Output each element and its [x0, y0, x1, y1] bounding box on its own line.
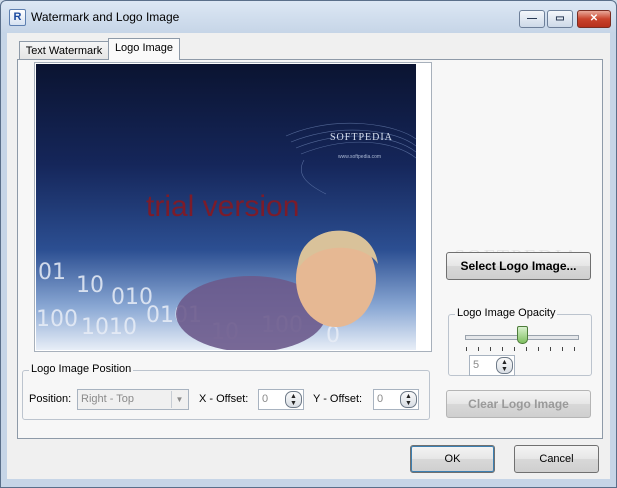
preview-brand: SOFTPEDIA — [330, 132, 393, 143]
y-offset-value: 0 — [377, 393, 384, 405]
logo-image-panel: 0110010 10010100101 101000 SOFTPEDIA www… — [17, 59, 603, 439]
logo-position-group-title: Logo Image Position — [29, 363, 134, 375]
slider-tick — [538, 347, 539, 351]
svg-text:01: 01 — [38, 260, 66, 285]
spin-down-icon[interactable]: ▼ — [286, 400, 301, 407]
logo-position-group: Logo Image Position Position: Right - To… — [22, 363, 430, 420]
window-title: Watermark and Logo Image — [31, 10, 180, 24]
x-offset-label: X - Offset: — [199, 393, 249, 405]
y-offset-spin-buttons[interactable]: ▲ ▼ — [400, 391, 417, 408]
y-offset-label: Y - Offset: — [313, 393, 363, 405]
slider-tick — [514, 347, 515, 351]
svg-text:100: 100 — [36, 307, 78, 332]
spin-up-icon[interactable]: ▲ — [401, 393, 416, 400]
svg-text:1010: 1010 — [81, 315, 137, 340]
ok-button[interactable]: OK — [410, 445, 495, 473]
x-offset-spin-buttons[interactable]: ▲ ▼ — [285, 391, 302, 408]
slider-tick — [562, 347, 563, 351]
close-button[interactable]: ✕ — [577, 10, 611, 28]
slider-tick — [550, 347, 551, 351]
app-icon: R — [9, 9, 26, 26]
logo-opacity-group: Logo Image Opacity 5 ▲ ▼ — [448, 307, 592, 376]
opacity-spinner[interactable]: 5 ▲ ▼ — [469, 355, 515, 376]
spin-up-icon[interactable]: ▲ — [286, 393, 301, 400]
dialog-client-area: Text Watermark Logo Image 01 10 0 10 100 … — [7, 33, 610, 479]
opacity-spin-buttons[interactable]: ▲ ▼ — [496, 357, 513, 374]
title-bar[interactable]: R Watermark and Logo Image — ▭ ✕ — [1, 1, 616, 33]
position-dropdown[interactable]: Right - Top ▼ — [77, 389, 189, 410]
tab-text-watermark[interactable]: Text Watermark — [19, 41, 109, 60]
slider-tick — [526, 347, 527, 351]
slider-tick — [466, 347, 467, 351]
spin-down-icon[interactable]: ▼ — [401, 400, 416, 407]
x-offset-value: 0 — [262, 393, 269, 405]
select-logo-image-button[interactable]: Select Logo Image... — [446, 252, 591, 280]
x-offset-spinner[interactable]: 0 ▲ ▼ — [258, 389, 304, 410]
cancel-button[interactable]: Cancel — [514, 445, 599, 473]
spin-up-icon[interactable]: ▲ — [497, 359, 512, 366]
spin-down-icon[interactable]: ▼ — [497, 366, 512, 373]
maximize-button[interactable]: ▭ — [547, 10, 573, 28]
slider-tick — [478, 347, 479, 351]
minimize-button[interactable]: — — [519, 10, 545, 28]
chevron-down-icon[interactable]: ▼ — [171, 391, 187, 408]
tab-logo-image[interactable]: Logo Image — [108, 38, 180, 60]
slider-tick — [502, 347, 503, 351]
y-offset-spinner[interactable]: 0 ▲ ▼ — [373, 389, 419, 410]
slider-tick — [574, 347, 575, 351]
opacity-value: 5 — [473, 359, 480, 371]
position-dropdown-value: Right - Top — [81, 393, 134, 405]
clear-logo-image-button[interactable]: Clear Logo Image — [446, 390, 591, 418]
svg-text:10: 10 — [76, 273, 104, 298]
logo-opacity-group-title: Logo Image Opacity — [455, 307, 558, 319]
dialog-window: R Watermark and Logo Image — ▭ ✕ Text Wa… — [0, 0, 617, 488]
trial-version-overlay: trial version — [146, 190, 300, 223]
image-preview: 0110010 10010100101 101000 SOFTPEDIA www… — [34, 62, 432, 352]
preview-picture: 0110010 10010100101 101000 SOFTPEDIA www… — [36, 64, 416, 350]
slider-tick — [490, 347, 491, 351]
opacity-slider-thumb[interactable] — [517, 326, 528, 344]
position-label: Position: — [29, 393, 72, 405]
preview-brand-url: www.softpedia.com — [338, 154, 382, 160]
